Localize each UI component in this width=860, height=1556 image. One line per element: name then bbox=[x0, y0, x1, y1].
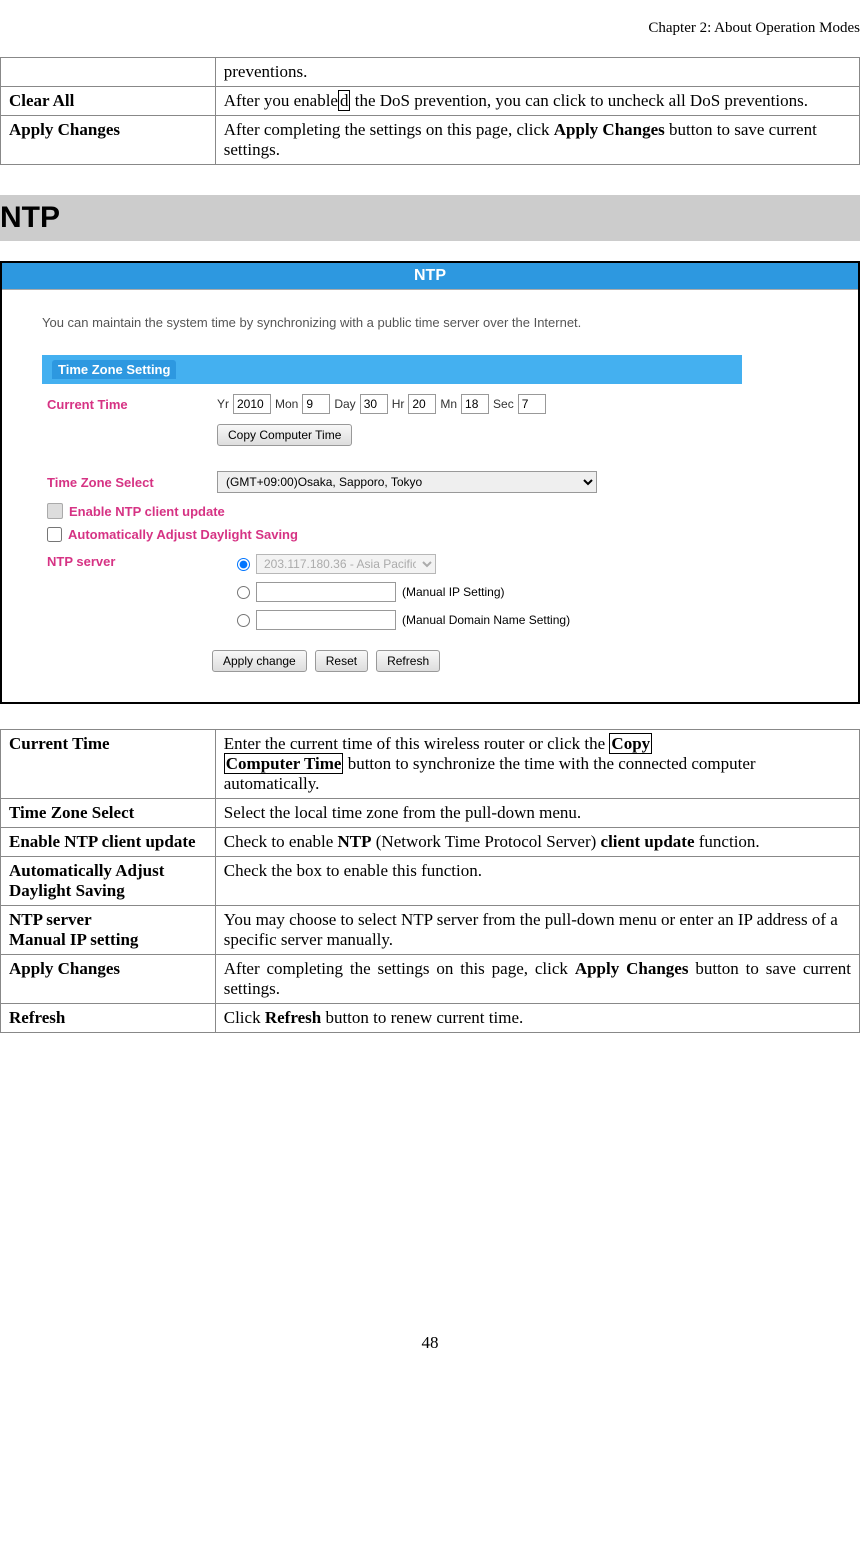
table-row: Current Time Enter the current time of t… bbox=[1, 730, 860, 799]
table-row: Apply Changes After completing the setti… bbox=[1, 116, 860, 165]
year-input[interactable] bbox=[233, 394, 271, 414]
table-row: NTP server Manual IP setting You may cho… bbox=[1, 906, 860, 955]
ntp-desc-table: Current Time Enter the current time of t… bbox=[0, 729, 860, 1033]
cell-desc: Check the box to enable this function. bbox=[215, 857, 859, 906]
table-row: Refresh Click Refresh button to renew cu… bbox=[1, 1004, 860, 1033]
enable-ntp-label: Enable NTP client update bbox=[69, 504, 225, 519]
auto-daylight-checkbox[interactable] bbox=[47, 527, 62, 542]
cell-label bbox=[1, 58, 216, 87]
ntp-intro-text: You can maintain the system time by sync… bbox=[42, 315, 639, 330]
timezone-label: Time Zone Select bbox=[47, 475, 207, 490]
apply-change-button[interactable]: Apply change bbox=[212, 650, 307, 672]
cell-desc: You may choose to select NTP server from… bbox=[215, 906, 859, 955]
dos-table: preventions. Clear All After you enabled… bbox=[0, 57, 860, 165]
enable-ntp-checkbox[interactable] bbox=[47, 503, 63, 519]
cell-label: Clear All bbox=[1, 87, 216, 116]
manual-domain-input[interactable] bbox=[256, 610, 396, 630]
ntp-server-select[interactable]: 203.117.180.36 - Asia Pacific bbox=[256, 554, 436, 574]
table-row: Time Zone Select Select the local time z… bbox=[1, 799, 860, 828]
second-input[interactable] bbox=[518, 394, 546, 414]
refresh-button[interactable]: Refresh bbox=[376, 650, 440, 672]
page-header: Chapter 2: About Operation Modes bbox=[0, 20, 860, 37]
cell-label: Enable NTP client update bbox=[1, 828, 216, 857]
cell-label: NTP server Manual IP setting bbox=[1, 906, 216, 955]
cell-desc: Enter the current time of this wireless … bbox=[215, 730, 859, 799]
minute-input[interactable] bbox=[461, 394, 489, 414]
manual-ip-label: (Manual IP Setting) bbox=[402, 585, 505, 599]
auto-daylight-label: Automatically Adjust Daylight Saving bbox=[68, 527, 298, 542]
ntp-screenshot: NTP You can maintain the system time by … bbox=[0, 261, 860, 704]
cell-desc: Select the local time zone from the pull… bbox=[215, 799, 859, 828]
cell-desc: After you enabled the DoS prevention, yo… bbox=[215, 87, 859, 116]
cell-desc: After completing the settings on this pa… bbox=[215, 116, 859, 165]
page-number: 48 bbox=[0, 1333, 860, 1353]
cell-desc: Check to enable NTP (Network Time Protoc… bbox=[215, 828, 859, 857]
section-heading-ntp: NTP bbox=[0, 195, 860, 241]
cell-label: Time Zone Select bbox=[1, 799, 216, 828]
current-time-row: Current Time Yr Mon Day Hr Mn Sec bbox=[42, 394, 838, 414]
month-input[interactable] bbox=[302, 394, 330, 414]
time-inputs: Yr Mon Day Hr Mn Sec bbox=[217, 394, 546, 414]
ntp-server-label: NTP server bbox=[47, 554, 237, 569]
cell-label: Apply Changes bbox=[1, 955, 216, 1004]
table-row: Clear All After you enabled the DoS prev… bbox=[1, 87, 860, 116]
copy-computer-time-button[interactable]: Copy Computer Time bbox=[217, 424, 352, 446]
cell-desc: preventions. bbox=[215, 58, 859, 87]
copy-time-row: Copy Computer Time bbox=[42, 424, 838, 446]
timezone-row: Time Zone Select (GMT+09:00)Osaka, Sappo… bbox=[42, 471, 838, 493]
cell-label: Current Time bbox=[1, 730, 216, 799]
hour-input[interactable] bbox=[408, 394, 436, 414]
cell-label: Refresh bbox=[1, 1004, 216, 1033]
table-row: Automatically Adjust Daylight Saving Che… bbox=[1, 857, 860, 906]
manual-ip-input[interactable] bbox=[256, 582, 396, 602]
cell-label: Automatically Adjust Daylight Saving bbox=[1, 857, 216, 906]
table-row: Enable NTP client update Check to enable… bbox=[1, 828, 860, 857]
manual-domain-label: (Manual Domain Name Setting) bbox=[402, 613, 570, 627]
day-input[interactable] bbox=[360, 394, 388, 414]
ntp-radio-manual-ip[interactable] bbox=[237, 586, 250, 599]
enable-ntp-row: Enable NTP client update bbox=[42, 503, 838, 519]
ntp-banner: NTP bbox=[2, 263, 858, 290]
timezone-select[interactable]: (GMT+09:00)Osaka, Sapporo, Tokyo bbox=[217, 471, 597, 493]
ntp-radio-manual-domain[interactable] bbox=[237, 614, 250, 627]
ntp-server-row: NTP server 203.117.180.36 - Asia Pacific… bbox=[42, 554, 838, 630]
table-row: preventions. bbox=[1, 58, 860, 87]
action-buttons: Apply change Reset Refresh bbox=[42, 650, 838, 672]
auto-daylight-row: Automatically Adjust Daylight Saving bbox=[42, 527, 838, 542]
cell-label: Apply Changes bbox=[1, 116, 216, 165]
ntp-radio-dropdown[interactable] bbox=[237, 558, 250, 571]
cell-desc: After completing the settings on this pa… bbox=[215, 955, 859, 1004]
cell-desc: Click Refresh button to renew current ti… bbox=[215, 1004, 859, 1033]
reset-button[interactable]: Reset bbox=[315, 650, 368, 672]
table-row: Apply Changes After completing the setti… bbox=[1, 955, 860, 1004]
section-bar: Time Zone Setting bbox=[42, 355, 742, 384]
current-time-label: Current Time bbox=[47, 397, 207, 412]
